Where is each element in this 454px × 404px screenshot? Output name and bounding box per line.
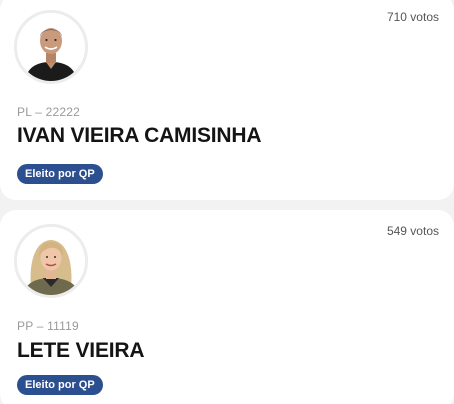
candidate-avatar bbox=[14, 224, 88, 298]
vote-count: 710 votos bbox=[386, 10, 439, 24]
status-badge: Eleito por QP bbox=[17, 164, 103, 184]
candidate-card[interactable]: 549 votos PP – 11119 LETE VIEIRA Eleito … bbox=[0, 210, 454, 404]
candidate-card[interactable]: 710 votos PL – 22222 IVAN VIEIRA CAMISIN… bbox=[0, 0, 454, 200]
vote-count: 549 votos bbox=[386, 224, 439, 238]
candidate-avatar bbox=[14, 10, 88, 84]
candidate-list: 710 votos PL – 22222 IVAN VIEIRA CAMISIN… bbox=[0, 0, 454, 404]
candidate-name: LETE VIEIRA bbox=[17, 339, 145, 362]
candidate-name: IVAN VIEIRA CAMISINHA bbox=[17, 124, 262, 147]
status-badge: Eleito por QP bbox=[17, 375, 103, 395]
candidate-photo-woman bbox=[17, 227, 85, 295]
party-number: PP – 11119 bbox=[17, 319, 79, 333]
party-number: PL – 22222 bbox=[17, 105, 80, 119]
candidate-photo-man bbox=[17, 13, 85, 81]
